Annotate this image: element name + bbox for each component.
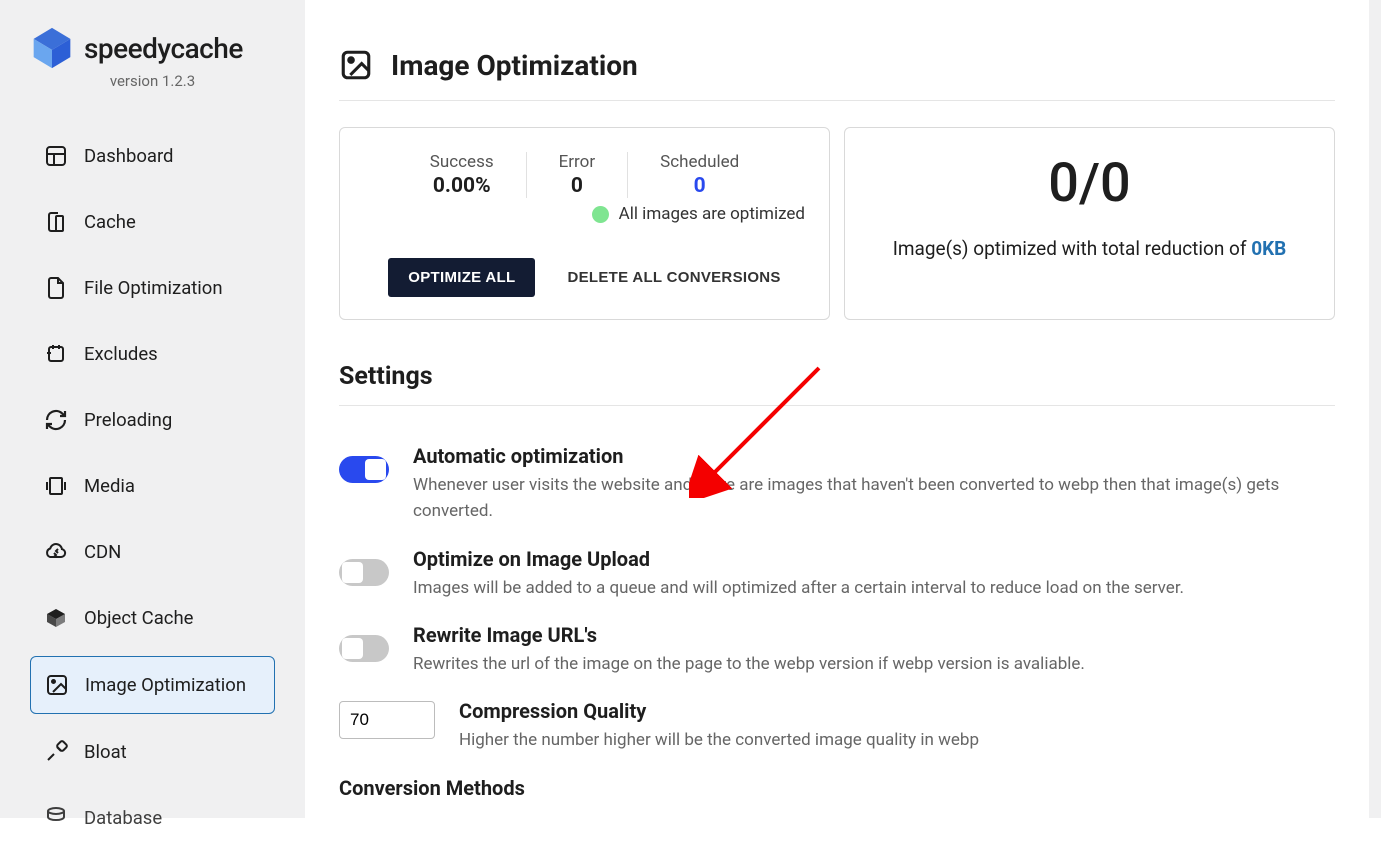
optimization-status: All images are optimized (360, 204, 809, 224)
sidebar-item-label: Bloat (84, 741, 127, 763)
rewrite-urls-toggle[interactable] (339, 635, 389, 662)
status-text: All images are optimized (619, 204, 805, 224)
delete-all-conversions-button[interactable]: DELETE ALL CONVERSIONS (567, 269, 780, 286)
stat-label: Scheduled (660, 152, 739, 172)
reduction-text: Image(s) optimized with total reduction … (865, 237, 1314, 260)
stat-error: Error 0 (527, 152, 628, 198)
speedycache-logo-icon (30, 26, 74, 70)
conversion-methods-heading: Conversion Methods (339, 776, 1335, 800)
sidebar-item-file-optimization[interactable]: File Optimization (30, 260, 275, 316)
stat-scheduled: Scheduled 0 (628, 152, 771, 198)
stat-success: Success 0.00% (398, 152, 527, 198)
sidebar-item-preloading[interactable]: Preloading (30, 392, 275, 448)
sidebar-item-label: Cache (84, 211, 136, 233)
setting-description: Higher the number higher will be the con… (459, 727, 1335, 753)
sidebar-item-label: Image Optimization (85, 674, 246, 696)
stat-value: 0.00% (430, 174, 494, 198)
file-icon (44, 276, 68, 300)
sidebar-item-cdn[interactable]: CDN (30, 524, 275, 580)
stat-label: Error (559, 152, 595, 172)
stats-card: Success 0.00% Error 0 Scheduled 0 All im… (339, 127, 830, 320)
sidebar-item-image-optimization[interactable]: Image Optimization (30, 656, 275, 714)
cdn-icon (44, 540, 68, 564)
database-icon (44, 806, 68, 830)
automatic-optimization-toggle[interactable] (339, 456, 389, 483)
setting-automatic-optimization: Automatic optimization Whenever user vis… (339, 444, 1335, 525)
sidebar-item-excludes[interactable]: Excludes (30, 326, 275, 382)
sidebar-item-database[interactable]: Database (30, 790, 275, 846)
stat-value: 0 (559, 174, 595, 198)
page-header: Image Optimization (339, 48, 1335, 101)
optimized-fraction: 0/0 (865, 152, 1314, 215)
optimize-all-button[interactable]: OPTIMIZE ALL (388, 258, 535, 297)
sidebar: speedycache version 1.2.3 Dashboard Cach… (0, 0, 305, 818)
reduction-value: 0KB (1251, 237, 1286, 260)
sidebar-item-label: Object Cache (84, 607, 193, 629)
preloading-icon (44, 408, 68, 432)
setting-rewrite-image-urls: Rewrite Image URL's Rewrites the url of … (339, 623, 1335, 677)
sidebar-item-label: Preloading (84, 409, 172, 431)
object-cache-icon (44, 606, 68, 630)
image-icon (339, 48, 373, 82)
brand-name: speedycache (84, 32, 243, 65)
sidebar-item-bloat[interactable]: Bloat (30, 724, 275, 780)
sidebar-item-object-cache[interactable]: Object Cache (30, 590, 275, 646)
sidebar-item-media[interactable]: Media (30, 458, 275, 514)
setting-description: Rewrites the url of the image on the pag… (413, 651, 1335, 677)
sidebar-item-label: File Optimization (84, 277, 223, 299)
main-content: Image Optimization Success 0.00% Error 0… (305, 0, 1381, 818)
setting-title: Optimize on Image Upload (413, 547, 1335, 571)
setting-optimize-on-upload: Optimize on Image Upload Images will be … (339, 547, 1335, 601)
settings-heading: Settings (339, 362, 1335, 406)
cache-icon (44, 210, 68, 234)
brand-logo: speedycache (30, 26, 275, 70)
compression-quality-input[interactable] (339, 701, 435, 739)
optimize-on-upload-toggle[interactable] (339, 559, 389, 586)
stat-value: 0 (660, 174, 739, 198)
sidebar-item-label: Media (84, 475, 135, 497)
reduction-card: 0/0 Image(s) optimized with total reduct… (844, 127, 1335, 320)
sidebar-item-label: Database (84, 807, 162, 829)
media-icon (44, 474, 68, 498)
sidebar-item-label: Excludes (84, 343, 158, 365)
status-dot-icon (592, 206, 609, 223)
bloat-icon (44, 740, 68, 764)
setting-title: Automatic optimization (413, 444, 1335, 468)
brand-version: version 1.2.3 (30, 72, 275, 90)
sidebar-item-dashboard[interactable]: Dashboard (30, 128, 275, 184)
setting-compression-quality: Compression Quality Higher the number hi… (339, 699, 1335, 753)
page-title: Image Optimization (391, 49, 638, 82)
sidebar-item-cache[interactable]: Cache (30, 194, 275, 250)
excludes-icon (44, 342, 68, 366)
stat-label: Success (430, 152, 494, 172)
setting-title: Compression Quality (459, 699, 1335, 723)
sidebar-item-label: CDN (84, 541, 121, 563)
dashboard-icon (44, 144, 68, 168)
image-icon (45, 673, 69, 697)
setting-description: Images will be added to a queue and will… (413, 575, 1335, 601)
setting-description: Whenever user visits the website and the… (413, 472, 1335, 525)
sidebar-item-label: Dashboard (84, 145, 173, 167)
setting-title: Rewrite Image URL's (413, 623, 1335, 647)
